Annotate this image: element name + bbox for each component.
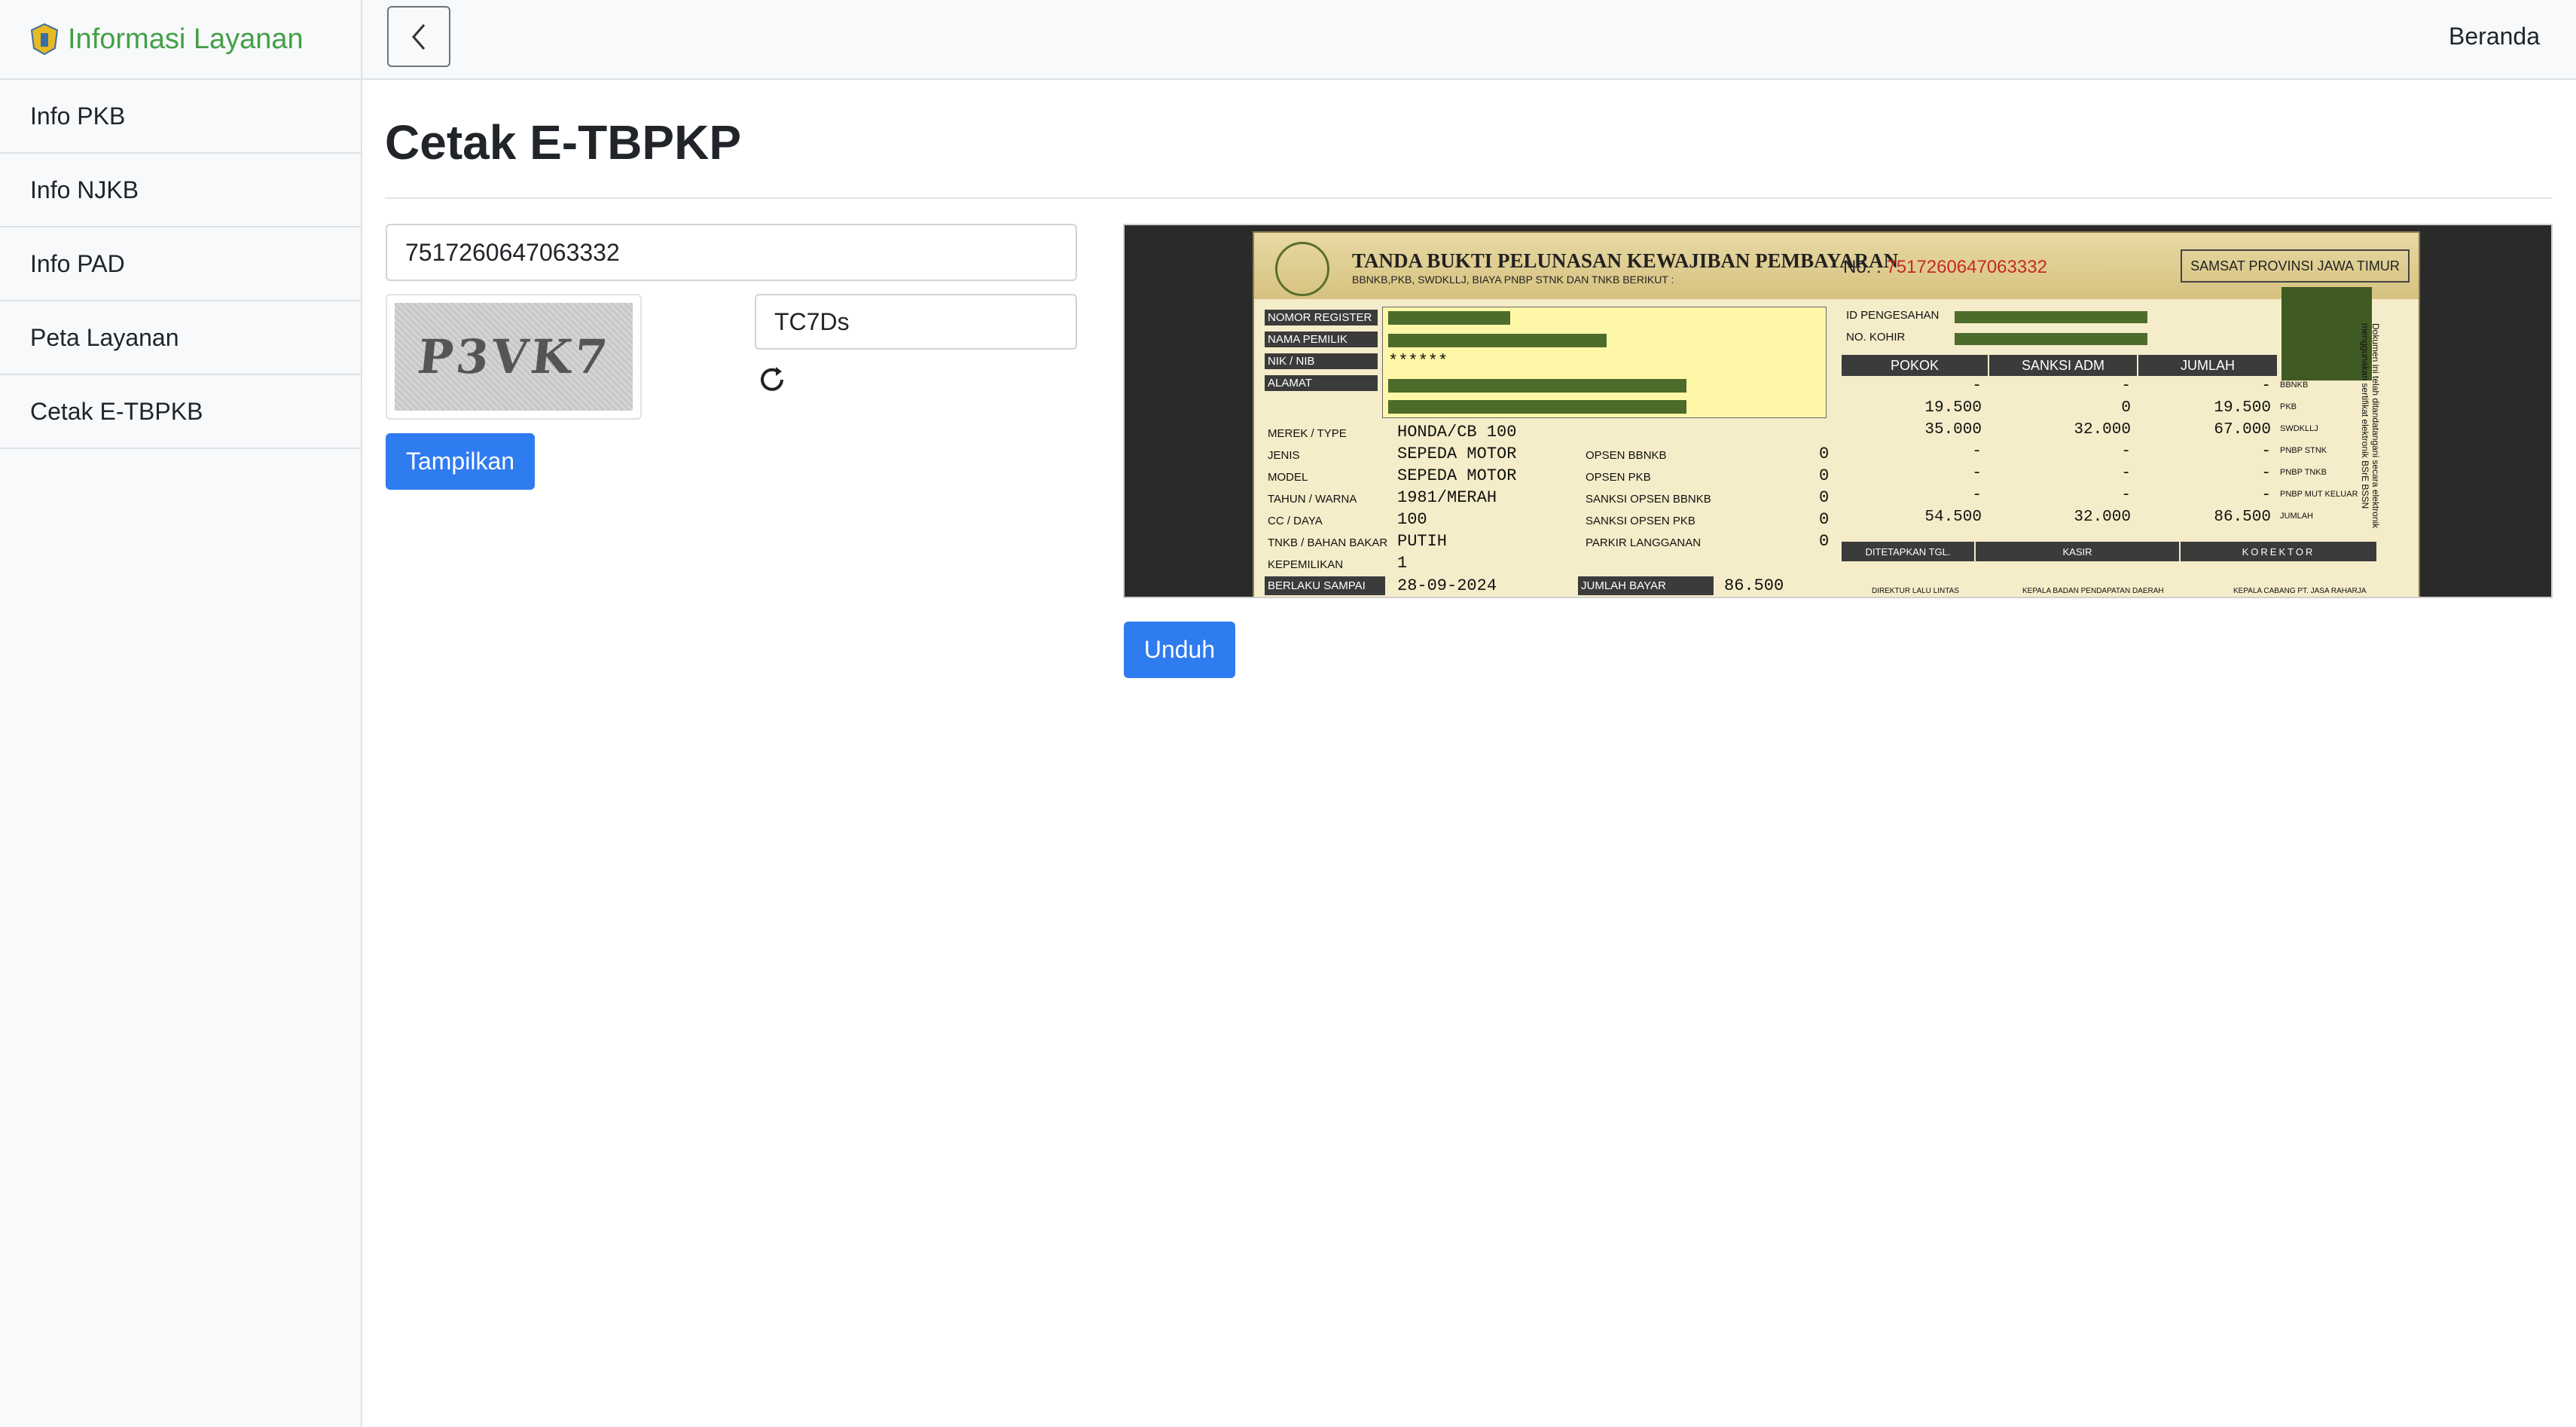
payment-cell: -	[2121, 465, 2131, 482]
payment-cell: 19.500	[1924, 399, 1982, 417]
payment-row-label: JUMLAH	[2280, 512, 2314, 521]
sidebar-item-info-pkb[interactable]: Info PKB	[0, 80, 361, 154]
payment-cell: 0	[2121, 399, 2131, 417]
divider	[385, 197, 2553, 199]
captcha-input[interactable]: TC7Ds	[755, 294, 1077, 350]
payment-cell: 35.000	[1924, 421, 1982, 438]
sidebar: Informasi Layanan Info PKB Info NJKB Inf…	[0, 0, 362, 1427]
payment-cell: 19.500	[2214, 399, 2271, 417]
payment-row-label: PNBP MUT KELUAR	[2280, 490, 2358, 499]
qr-code	[2281, 287, 2372, 380]
samsat-label: SAMSAT PROVINSI JAWA TIMUR	[2181, 249, 2410, 283]
label-alamat: ALAMAT	[1265, 375, 1378, 391]
jenis-value: SEPEDA MOTOR	[1397, 445, 1517, 463]
page-title: Cetak E-TBPKP	[385, 115, 741, 170]
captcha-image: P3VK7	[386, 294, 642, 420]
payment-cell: 86.500	[2214, 509, 2271, 526]
brand[interactable]: Informasi Layanan	[0, 0, 361, 80]
payment-row-label: SWDKLLJ	[2280, 424, 2318, 433]
payment-cell: -	[2261, 377, 2271, 395]
sidebar-toggle-button[interactable]	[387, 6, 450, 67]
e-signature-note: Dokumen ini telah ditandatangani secara …	[2360, 323, 2381, 529]
refresh-icon[interactable]	[757, 365, 787, 395]
payment-cell: -	[2261, 465, 2271, 482]
payment-cell: -	[1972, 443, 1982, 460]
label-nama-pemilik: NAMA PEMILIK	[1265, 332, 1378, 347]
payment-cell: -	[1972, 465, 1982, 482]
kepemilikan-value: 1	[1397, 554, 1408, 573]
payment-cell: -	[2261, 487, 2271, 504]
payment-cell: -	[1972, 487, 1982, 504]
receipt-number: No. : 7517260647063332	[1843, 257, 2047, 277]
payment-cell: 54.500	[1924, 509, 1982, 526]
beranda-link[interactable]: Beranda	[2449, 23, 2540, 50]
nomor-input[interactable]: 7517260647063332	[386, 224, 1077, 281]
jumlah-bayar-value: 86.500	[1724, 576, 1784, 595]
payment-cell: -	[2121, 487, 2131, 504]
chevron-left-icon	[412, 23, 426, 50]
payment-cell: -	[2261, 443, 2271, 460]
tampilkan-button[interactable]: Tampilkan	[386, 433, 535, 490]
receipt-preview: TANDA BUKTI PELUNASAN KEWAJIBAN PEMBAYAR…	[1123, 224, 2553, 598]
payment-row-label: PNBP TNKB	[2280, 468, 2327, 477]
tahun-value: 1981/MERAH	[1397, 488, 1497, 507]
brand-title: Informasi Layanan	[68, 23, 304, 55]
redacted-alamat-1	[1388, 379, 1686, 393]
tnkb-value: PUTIH	[1397, 532, 1448, 551]
model-value: SEPEDA MOTOR	[1397, 466, 1517, 485]
sidebar-item-info-njkb[interactable]: Info NJKB	[0, 154, 361, 228]
province-emblem-icon	[30, 23, 59, 56]
payment-cell: 67.000	[2214, 421, 2271, 438]
label-nik: NIK / NIB	[1265, 353, 1378, 369]
topbar: Beranda	[362, 0, 2576, 80]
receipt-document: TANDA BUKTI PELUNASAN KEWAJIBAN PEMBAYAR…	[1253, 231, 2420, 597]
redacted-nama	[1388, 334, 1607, 347]
unduh-button[interactable]: Unduh	[1124, 622, 1235, 678]
captcha-text: P3VK7	[414, 329, 613, 384]
sidebar-item-info-pad[interactable]: Info PAD	[0, 228, 361, 301]
receipt-subtitle: BBNKB,PKB, SWDKLLJ, BIAYA PNBP STNK DAN …	[1352, 273, 1674, 286]
payment-cell: -	[2121, 443, 2131, 460]
payment-row-label: PKB	[2280, 402, 2297, 411]
label-nomor-register: NOMOR REGISTER	[1265, 310, 1378, 325]
payment-cell: -	[2121, 377, 2131, 395]
payment-row-label: PNBP STNK	[2280, 446, 2327, 455]
berlaku-value: 28-09-2024	[1397, 576, 1497, 595]
receipt-emblem-icon	[1275, 242, 1329, 296]
redacted-register	[1388, 311, 1510, 325]
sidebar-item-cetak-etbpkb[interactable]: Cetak E-TBPKB	[0, 375, 361, 449]
merek-value: HONDA/CB 100	[1397, 423, 1517, 442]
cc-value: 100	[1397, 510, 1427, 529]
payment-cell: 32.000	[2074, 509, 2131, 526]
sidebar-item-peta-layanan[interactable]: Peta Layanan	[0, 301, 361, 375]
receipt-title: TANDA BUKTI PELUNASAN KEWAJIBAN PEMBAYAR…	[1352, 249, 1899, 272]
nik-value: ******	[1388, 352, 1448, 371]
redacted-alamat-2	[1388, 400, 1686, 414]
payment-row-label: BBNKB	[2280, 380, 2309, 390]
payment-cell: 32.000	[2074, 421, 2131, 438]
payment-cell: -	[1972, 377, 1982, 395]
